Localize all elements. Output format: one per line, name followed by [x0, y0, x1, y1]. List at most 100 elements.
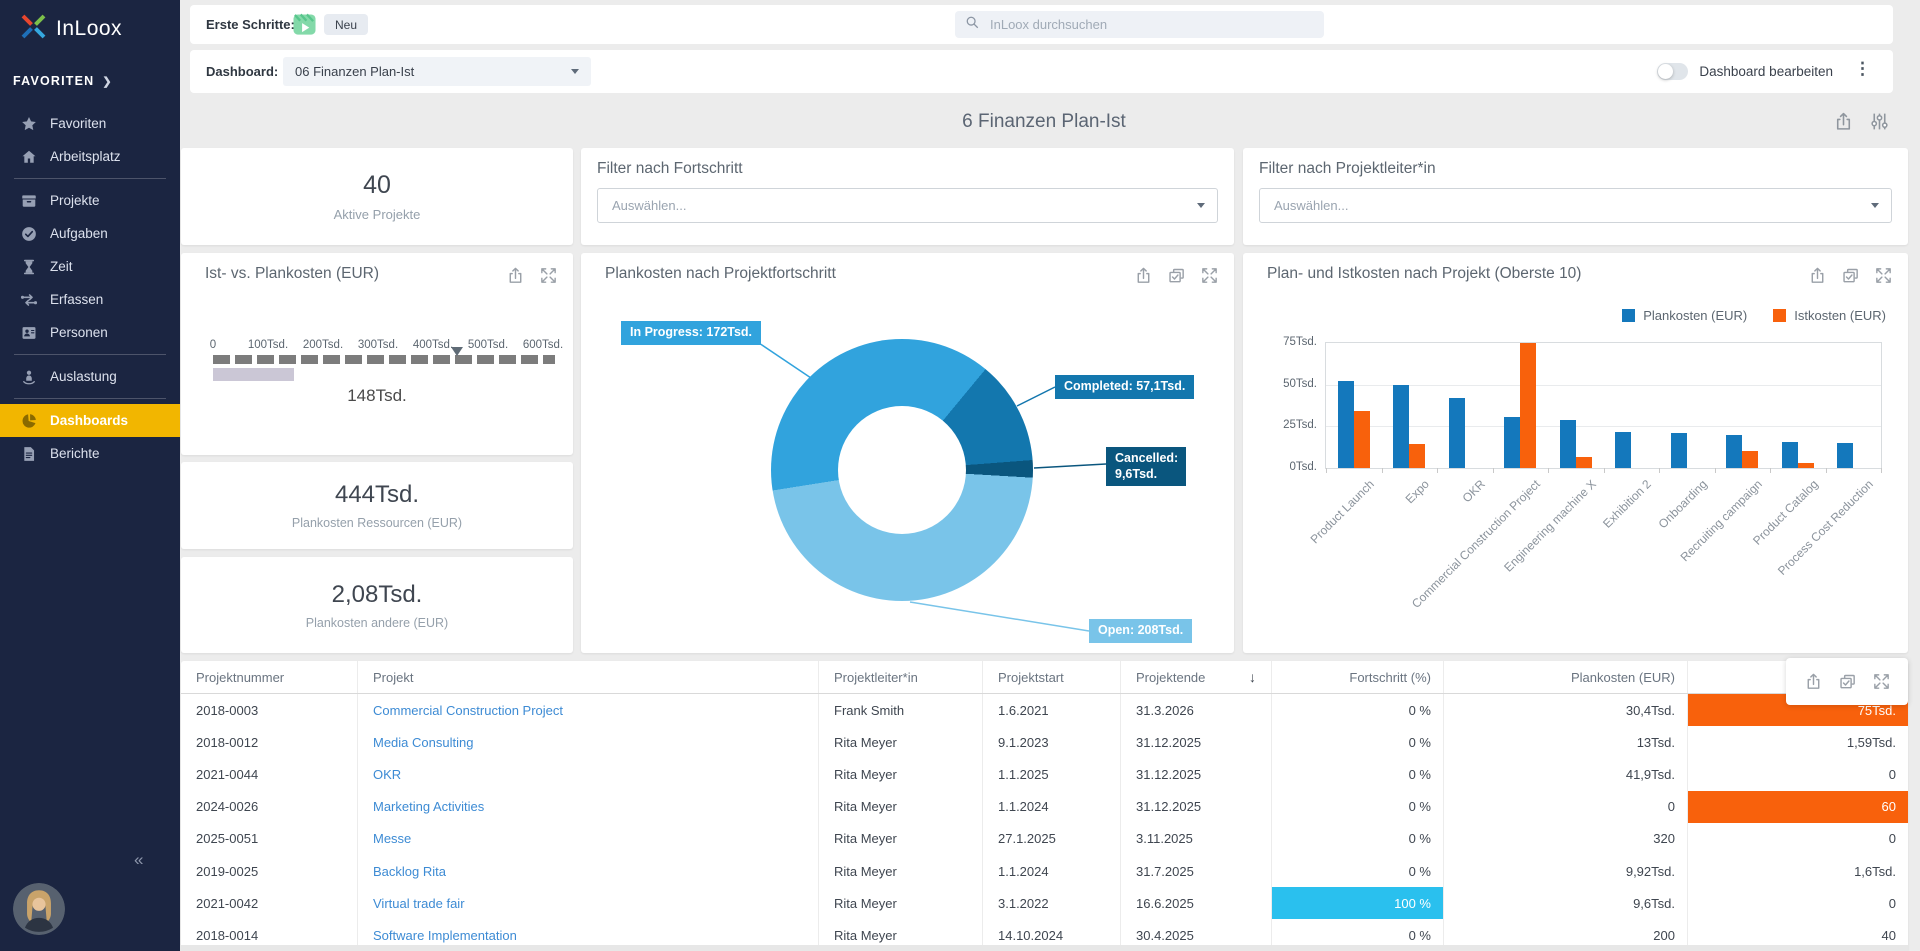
select-data-icon[interactable] [1838, 672, 1857, 691]
sidebar-item-erfassen[interactable]: Erfassen [0, 283, 180, 316]
plankosten-andere-value: 2,08Tsd. [332, 581, 423, 609]
page-title-actions [1833, 111, 1890, 132]
category-label: OKR [1459, 477, 1487, 505]
sidebar-item-aufgaben[interactable]: Aufgaben [0, 217, 180, 250]
filter-leader-dropdown[interactable] [1259, 188, 1892, 223]
bar-chart-plot[interactable] [1325, 342, 1882, 469]
donut-callout-in-progress[interactable]: In Progress: 172Tsd. [621, 321, 761, 345]
dashboard-select-label: Dashboard: [206, 50, 278, 93]
sidebar-item-label: Auslastung [50, 369, 117, 384]
sidebar-item-auslastung[interactable]: Auslastung [0, 360, 180, 393]
expand-icon[interactable] [1200, 266, 1219, 285]
select-data-icon[interactable] [1167, 266, 1186, 285]
donut-callout-cancelled[interactable]: Cancelled: 9,6Tsd. [1106, 447, 1186, 486]
plankosten-andere-card[interactable]: 2,08Tsd. Plankosten andere (EUR) [181, 557, 573, 653]
bar-okr-plan[interactable] [1449, 398, 1465, 468]
sidebar-collapse-button[interactable]: « [134, 850, 143, 870]
search-input[interactable] [988, 16, 1282, 33]
project-link[interactable]: Marketing Activities [373, 799, 484, 814]
cell-istkosten: 1,6Tsd. [1688, 855, 1908, 887]
gridline [1326, 426, 1881, 427]
bar-product-launch-plan[interactable] [1338, 381, 1354, 468]
cell-projektleiter: Rita Meyer [819, 887, 983, 919]
bar-product-catalog-plan[interactable] [1782, 442, 1798, 468]
search-icon [965, 15, 980, 35]
bar-product-catalog-ist[interactable] [1798, 463, 1814, 468]
column-header-plankosten-eur[interactable]: Plankosten (EUR) [1444, 661, 1688, 693]
legend-swatch [1622, 309, 1635, 322]
project-link[interactable]: OKR [373, 767, 401, 782]
sidebar-item-projekte[interactable]: Projekte [0, 184, 180, 217]
column-header-label: Fortschritt (%) [1349, 670, 1431, 685]
export-icon[interactable] [1804, 672, 1823, 691]
project-link[interactable]: Commercial Construction Project [373, 703, 563, 718]
sidebar-item-arbeitsplatz[interactable]: Arbeitsplatz [0, 140, 180, 173]
export-icon[interactable] [1808, 266, 1827, 285]
cell-projektende: 3.11.2025 [1121, 823, 1272, 855]
column-header-projektleiter-in[interactable]: Projektleiter*in [819, 661, 983, 693]
bar-process-cost-reduction-plan[interactable] [1837, 443, 1853, 468]
bar-expo-ist[interactable] [1409, 444, 1425, 468]
table-scrollbar[interactable] [181, 945, 1908, 951]
bar-recruiting-campaign-ist[interactable] [1742, 451, 1758, 468]
inloox-logo[interactable]: InLoox [20, 13, 122, 45]
neu-badge[interactable]: Neu [324, 14, 368, 35]
cell-projektnummer: 2021-0044 [181, 758, 358, 790]
project-link[interactable]: Messe [373, 831, 411, 846]
expand-icon[interactable] [1874, 266, 1893, 285]
project-link[interactable]: Virtual trade fair [373, 896, 465, 911]
project-link[interactable]: Backlog Rita [373, 864, 446, 879]
bar-expo-plan[interactable] [1393, 385, 1409, 468]
export-icon[interactable] [506, 266, 525, 285]
filter-progress-dropdown[interactable] [597, 188, 1218, 223]
project-link[interactable]: Software Implementation [373, 928, 517, 943]
donut-chart[interactable] [771, 339, 1033, 601]
favorites-header[interactable]: FAVORITEN ❯ [13, 74, 113, 88]
cell-projektende: 31.12.2025 [1121, 726, 1272, 758]
active-projects-card[interactable]: 40 Aktive Projekte [181, 148, 573, 245]
cell-projekt: OKR [358, 758, 819, 790]
expand-icon[interactable] [539, 266, 558, 285]
donut-callout-open[interactable]: Open: 208Tsd. [1089, 619, 1192, 643]
star-icon [19, 114, 38, 133]
bar-onboarding-plan[interactable] [1671, 433, 1687, 468]
project-link[interactable]: Media Consulting [373, 735, 473, 750]
filter-progress-input[interactable] [610, 197, 1197, 214]
dashboard-select[interactable]: 06 Finanzen Plan-Ist [283, 57, 591, 86]
bar-product-launch-ist[interactable] [1354, 411, 1370, 469]
column-header-projektnummer[interactable]: Projektnummer [181, 661, 358, 693]
column-header-fortschritt[interactable]: Fortschritt (%) [1272, 661, 1444, 693]
sidebar-divider [14, 354, 166, 355]
getting-started-video-icon[interactable] [293, 13, 316, 36]
donut-callout-completed[interactable]: Completed: 57,1Tsd. [1055, 375, 1194, 399]
table-row: 2018-0003Commercial Construction Project… [181, 694, 1908, 726]
bar-commercial-construction-project-plan[interactable] [1504, 417, 1520, 468]
sidebar-item-favoriten[interactable]: Favoriten [0, 107, 180, 140]
sidebar-item-personen[interactable]: Personen [0, 316, 180, 349]
bar-exhibition-2-plan[interactable] [1615, 432, 1631, 468]
expand-icon[interactable] [1872, 672, 1891, 691]
export-icon[interactable] [1134, 266, 1153, 285]
sidebar-item-label: Favoriten [50, 116, 106, 131]
column-header-projekt[interactable]: Projekt [358, 661, 819, 693]
cell-plankosten: 13Tsd. [1444, 726, 1688, 758]
column-header-projektstart[interactable]: Projektstart [983, 661, 1121, 693]
cell-projektende: 16.6.2025 [1121, 887, 1272, 919]
select-data-icon[interactable] [1841, 266, 1860, 285]
bar-engineering-machine-x-ist[interactable] [1576, 457, 1592, 468]
bar-chart-title: Plan- und Istkosten nach Projekt (Oberst… [1267, 265, 1581, 283]
sidebar-item-berichte[interactable]: Berichte [0, 437, 180, 470]
sidebar-item-dashboards[interactable]: Dashboards [0, 404, 180, 437]
more-options-icon[interactable]: ⋮ [1854, 59, 1871, 79]
bar-engineering-machine-x-plan[interactable] [1560, 420, 1576, 468]
user-avatar[interactable] [13, 883, 65, 935]
bar-recruiting-campaign-plan[interactable] [1726, 435, 1742, 468]
column-header-projektende[interactable]: Projektende↓ [1121, 661, 1272, 693]
bar-commercial-construction-project-ist[interactable] [1520, 343, 1536, 468]
export-icon[interactable] [1833, 111, 1854, 132]
filter-leader-input[interactable] [1272, 197, 1871, 214]
plankosten-ressourcen-card[interactable]: 444Tsd. Plankosten Ressourcen (EUR) [181, 462, 573, 549]
dashboard-edit-toggle[interactable] [1657, 63, 1688, 80]
sidebar-item-zeit[interactable]: Zeit [0, 250, 180, 283]
sliders-icon[interactable] [1869, 111, 1890, 132]
